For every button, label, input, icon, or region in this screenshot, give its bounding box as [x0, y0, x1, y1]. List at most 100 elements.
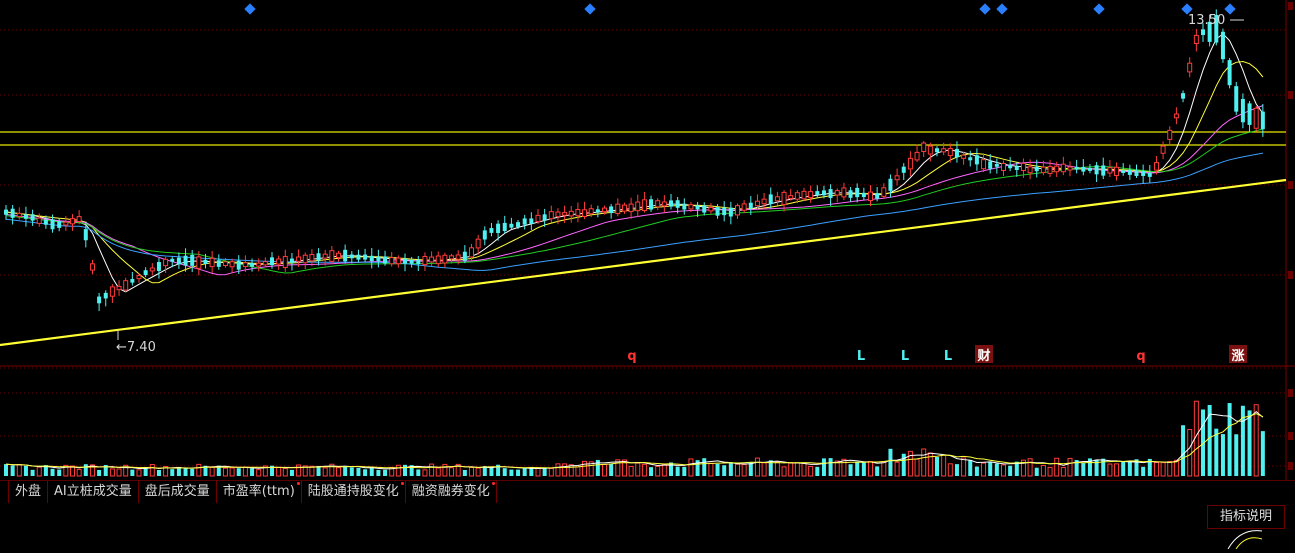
- volume-bar-down[interactable]: [935, 457, 939, 476]
- candle-down[interactable]: [103, 292, 108, 299]
- candle-up[interactable]: [941, 148, 947, 153]
- volume-bar-up[interactable]: [209, 466, 215, 477]
- event-marker[interactable]: L: [901, 349, 909, 364]
- candle-up[interactable]: [149, 267, 155, 272]
- candle-down[interactable]: [1094, 165, 1099, 175]
- candle-up[interactable]: [655, 200, 661, 208]
- candle-down[interactable]: [10, 208, 15, 218]
- volume-bar-up[interactable]: [1160, 462, 1166, 477]
- candle-up[interactable]: [761, 198, 767, 205]
- candle-down[interactable]: [1141, 170, 1146, 176]
- candle-down[interactable]: [1240, 98, 1245, 123]
- candle-up[interactable]: [1193, 34, 1199, 45]
- volume-bar-down[interactable]: [1127, 461, 1132, 476]
- candle-up[interactable]: [196, 256, 202, 269]
- candle-down[interactable]: [1260, 111, 1265, 130]
- candle-down[interactable]: [954, 148, 959, 158]
- candle-down[interactable]: [97, 296, 102, 304]
- candle-down[interactable]: [595, 209, 600, 213]
- candle-down[interactable]: [828, 189, 833, 198]
- volume-bar-up[interactable]: [475, 467, 481, 477]
- candle-down[interactable]: [901, 166, 906, 173]
- candle-down[interactable]: [376, 256, 381, 261]
- candle-down[interactable]: [1247, 103, 1252, 125]
- candle-down[interactable]: [43, 219, 48, 225]
- volume-bar-up[interactable]: [1107, 463, 1113, 477]
- candle-up[interactable]: [621, 204, 627, 212]
- volume-bar-up[interactable]: [555, 463, 561, 477]
- candle-up[interactable]: [1253, 107, 1259, 129]
- candle-up[interactable]: [907, 157, 913, 170]
- volume-bar-up[interactable]: [1067, 457, 1073, 477]
- volume-bar-up[interactable]: [109, 468, 115, 477]
- candle-up[interactable]: [469, 247, 474, 258]
- volume-bar-up[interactable]: [1187, 428, 1193, 477]
- volume-bar-up[interactable]: [641, 463, 647, 477]
- candle-down[interactable]: [502, 222, 507, 232]
- candle-up[interactable]: [136, 275, 142, 280]
- candle-down[interactable]: [722, 207, 727, 216]
- candle-up[interactable]: [1187, 62, 1193, 73]
- volume-bar-down[interactable]: [1141, 466, 1146, 476]
- candle-down[interactable]: [968, 157, 973, 161]
- candle-up[interactable]: [568, 210, 574, 217]
- volume-bar-up[interactable]: [562, 463, 568, 477]
- candle-up[interactable]: [927, 145, 933, 155]
- candle-down[interactable]: [190, 254, 195, 266]
- diamond-markers[interactable]: [244, 3, 1236, 15]
- volume-bar-down[interactable]: [974, 466, 979, 476]
- volume-bar-up[interactable]: [276, 466, 282, 477]
- candle-down[interactable]: [848, 190, 853, 198]
- volume-bar-up[interactable]: [661, 463, 667, 477]
- volume-bar-up[interactable]: [741, 464, 747, 477]
- volume-bar-down[interactable]: [1227, 403, 1232, 476]
- volume-bar-down[interactable]: [170, 469, 175, 476]
- candle-down[interactable]: [23, 214, 28, 219]
- candle-up[interactable]: [1060, 163, 1066, 173]
- tab-after-hours-volume[interactable]: 盘后成交量: [139, 481, 217, 503]
- volume-bar-up[interactable]: [808, 466, 814, 477]
- volume-bar-down[interactable]: [715, 463, 720, 476]
- volume-bar-down[interactable]: [250, 468, 255, 476]
- volume-bar-up[interactable]: [881, 461, 887, 477]
- candle-up[interactable]: [36, 217, 42, 224]
- volume-bar-down[interactable]: [349, 467, 354, 476]
- candle-up[interactable]: [76, 216, 82, 222]
- volume-bar-up[interactable]: [575, 466, 581, 477]
- candle-up[interactable]: [808, 191, 814, 199]
- volume-bar-up[interactable]: [1060, 467, 1066, 477]
- candle-up[interactable]: [276, 258, 282, 265]
- candle-up[interactable]: [256, 262, 262, 267]
- volume-bar-down[interactable]: [57, 469, 62, 476]
- volume-bar-down[interactable]: [363, 469, 368, 476]
- volume-bar-up[interactable]: [1173, 459, 1179, 477]
- candle-down[interactable]: [1181, 93, 1186, 99]
- diamond-marker-icon[interactable]: [244, 3, 256, 15]
- volume-bar-down[interactable]: [722, 465, 727, 476]
- candle-down[interactable]: [369, 255, 374, 262]
- volume-bar-down[interactable]: [1220, 434, 1225, 476]
- volume-bar-down[interactable]: [97, 469, 102, 476]
- event-marker[interactable]: L: [857, 349, 865, 364]
- candle-up[interactable]: [1040, 166, 1046, 174]
- volume-bar-down[interactable]: [489, 466, 494, 476]
- event-marker[interactable]: 财: [977, 348, 990, 364]
- candle-down[interactable]: [728, 207, 733, 217]
- volume-bar-down[interactable]: [502, 468, 507, 476]
- volume-bar-up[interactable]: [981, 462, 987, 477]
- volume-bar-up[interactable]: [801, 462, 807, 477]
- volume-bar-up[interactable]: [941, 454, 947, 477]
- candle-down[interactable]: [216, 260, 221, 267]
- candle-up[interactable]: [588, 208, 594, 215]
- volume-bar-down[interactable]: [875, 466, 880, 476]
- candle-down[interactable]: [529, 218, 534, 224]
- candle-up[interactable]: [209, 257, 215, 268]
- volume-bar-down[interactable]: [1121, 461, 1126, 476]
- volume-bar-up[interactable]: [947, 463, 953, 477]
- candle-up[interactable]: [708, 206, 714, 212]
- volume-bar-down[interactable]: [994, 463, 999, 476]
- candle-down[interactable]: [1147, 172, 1152, 177]
- candle-down[interactable]: [1220, 31, 1225, 60]
- candle-up[interactable]: [109, 286, 115, 297]
- candle-down[interactable]: [176, 257, 181, 265]
